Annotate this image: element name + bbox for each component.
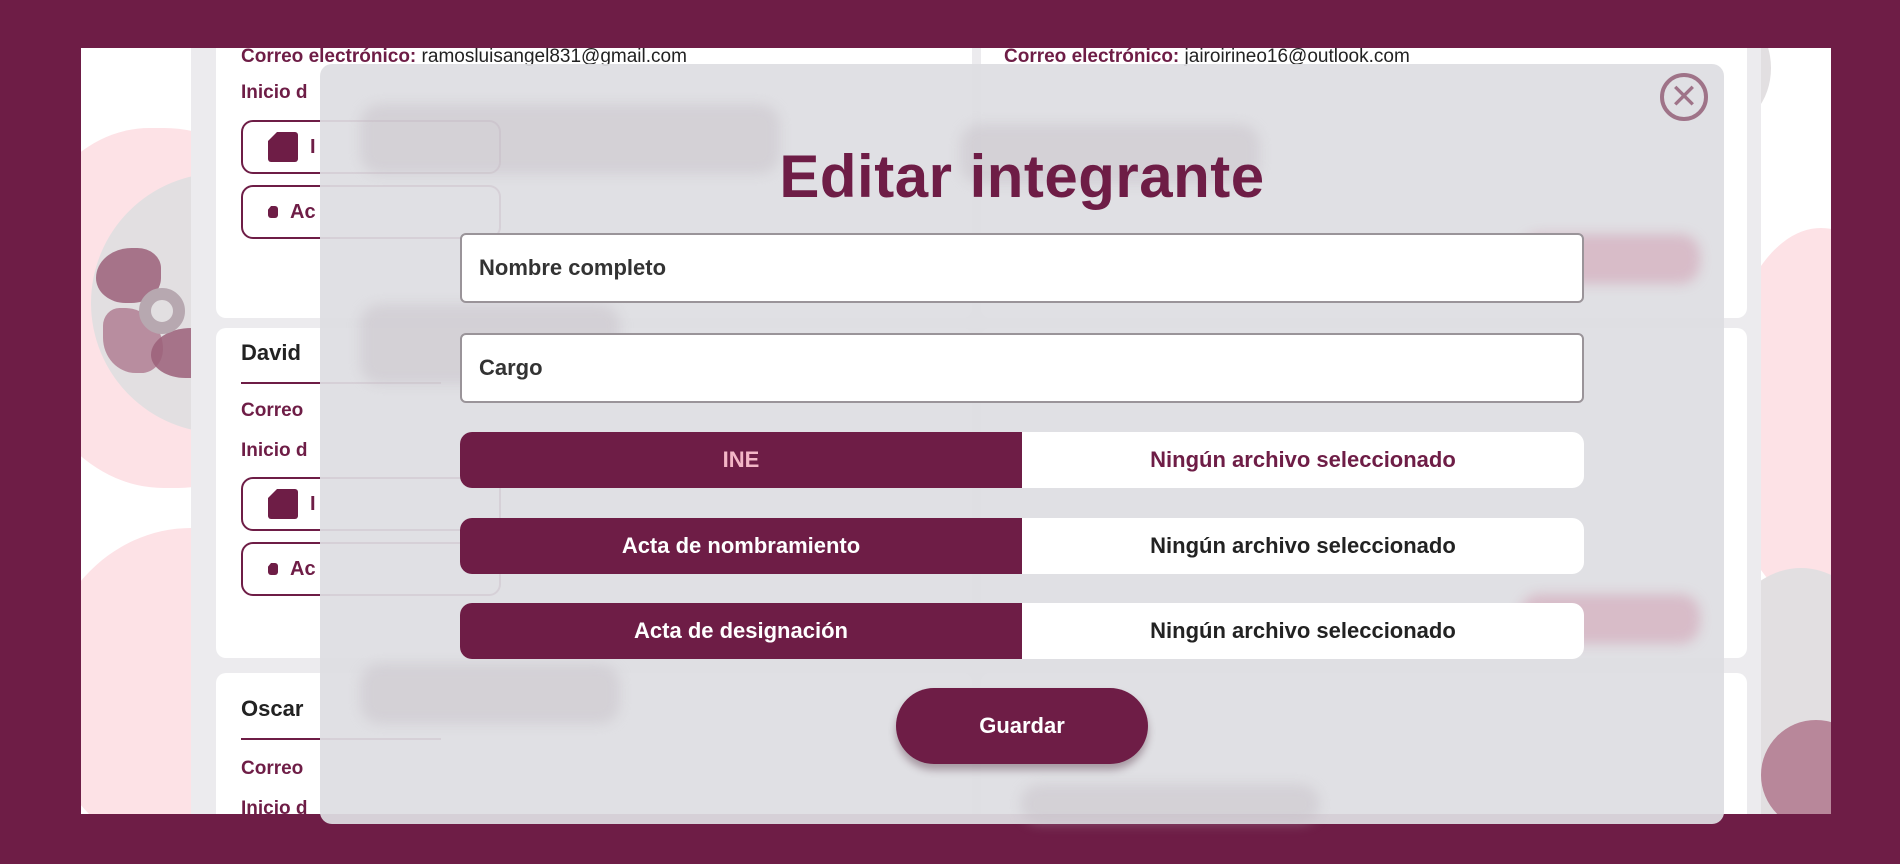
start-date-label: Inicio d	[241, 82, 308, 103]
ine-file-input[interactable]: INE Ningún archivo seleccionado	[460, 432, 1584, 488]
acta-designacion-file-button[interactable]: Acta de designación	[460, 603, 1022, 659]
acta-nombramiento-file-status: Ningún archivo seleccionado	[1150, 533, 1456, 558]
acta-designacion-file-status: Ningún archivo seleccionado	[1150, 618, 1456, 643]
save-button[interactable]: Guardar	[896, 688, 1148, 764]
acta-designacion-file-input[interactable]: Acta de designación Ningún archivo selec…	[460, 603, 1584, 659]
member-name: David	[241, 340, 301, 365]
document-icon	[268, 132, 298, 162]
member-name: Oscar	[241, 696, 304, 721]
start-date-label: Inicio d	[241, 440, 308, 461]
doc-button-label: I	[310, 135, 316, 158]
blurred-content	[1020, 784, 1320, 824]
start-date-label: Inicio d	[241, 798, 308, 814]
flower-logo-ring	[139, 288, 185, 334]
doc-button-label: I	[310, 492, 316, 515]
document-icon	[268, 489, 298, 519]
position-input[interactable]	[460, 333, 1584, 403]
close-modal-button[interactable]: ✕	[1660, 73, 1708, 121]
modal-title: Editar integrante	[779, 143, 1265, 210]
acta-nombramiento-file-input[interactable]: Acta de nombramiento Ningún archivo sele…	[460, 518, 1584, 574]
email-label: Correo	[241, 400, 304, 421]
ine-file-status: Ningún archivo seleccionado	[1150, 447, 1456, 472]
blurred-content	[360, 664, 620, 724]
doc-button-label: Ac	[290, 557, 316, 580]
email-label: Correo	[241, 758, 304, 779]
full-name-input[interactable]	[460, 233, 1584, 303]
close-icon: ✕	[1669, 78, 1699, 116]
doc-button-label: Ac	[290, 200, 316, 223]
acta-nombramiento-file-button[interactable]: Acta de nombramiento	[460, 518, 1022, 574]
document-icon	[268, 206, 278, 218]
ine-file-button[interactable]: INE	[460, 432, 1022, 488]
document-icon	[268, 563, 278, 575]
